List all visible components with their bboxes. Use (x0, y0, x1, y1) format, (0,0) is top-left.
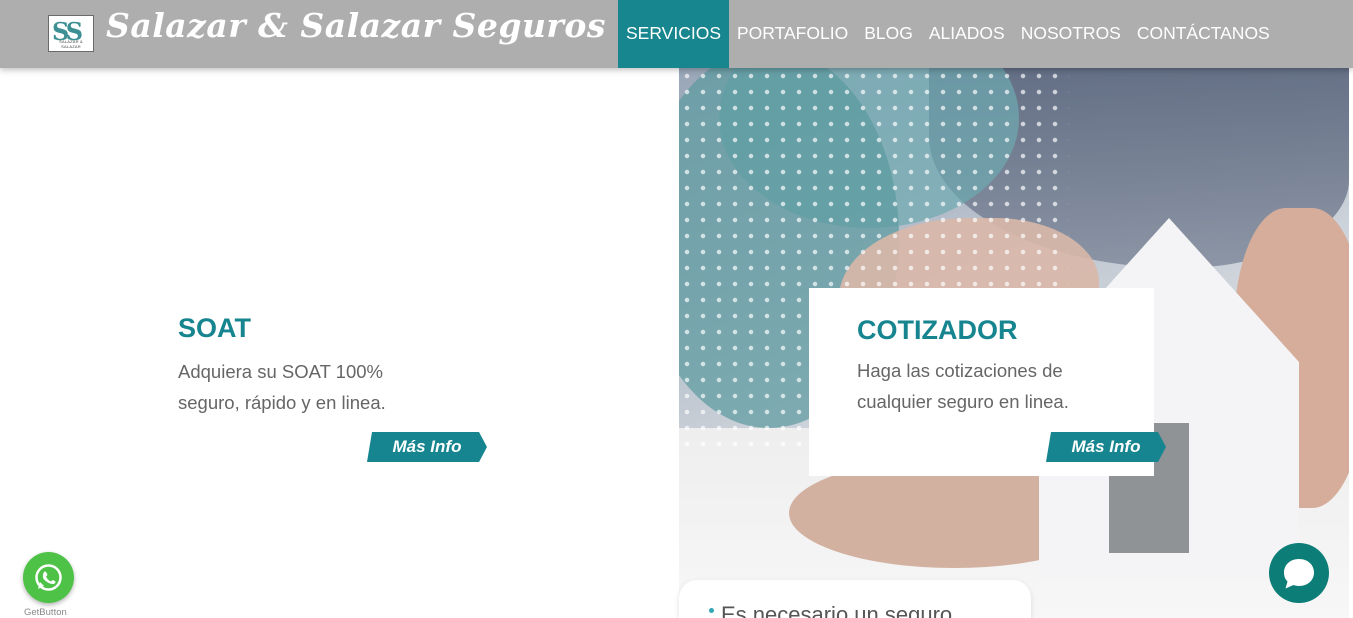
nav-item-nosotros[interactable]: NOSOTROS (1013, 0, 1129, 68)
logo-icon[interactable]: SS SALAZAR & SALAZAR (48, 15, 94, 52)
cotizador-line-1: Haga las cotizaciones de (857, 360, 1063, 381)
nav-item-servicios[interactable]: SERVICIOS (618, 0, 729, 68)
main-nav: SERVICIOS PORTAFOLIO BLOG ALIADOS NOSOTR… (618, 0, 1278, 68)
bullet-icon (709, 608, 714, 613)
logo-caption: SALAZAR & SALAZAR (59, 39, 83, 49)
cotizador-more-info-button[interactable]: Más Info (1046, 432, 1166, 462)
brand-name[interactable]: Salazar & Salazar Seguros (106, 6, 606, 45)
whatsapp-icon[interactable] (23, 552, 74, 603)
cotizador-line-2: cualquier seguro en linea. (857, 391, 1069, 412)
cotizador-title: COTIZADOR (857, 315, 1018, 345)
nav-item-contactanos[interactable]: CONTÁCTANOS (1129, 0, 1278, 68)
soat-more-info-button[interactable]: Más Info (367, 432, 487, 462)
soat-title: SOAT (178, 313, 251, 343)
soat-line-1: Adquiera su SOAT 100% (178, 361, 383, 382)
nav-item-portafolio[interactable]: PORTAFOLIO (729, 0, 856, 68)
soat-line-2: seguro, rápido y en linea. (178, 392, 386, 413)
chat-prompt-bubble[interactable]: Es necesario un seguro (679, 580, 1031, 618)
getbutton-label: GetButton (24, 607, 67, 618)
chat-prompt-text: Es necesario un seguro (721, 602, 953, 618)
nav-item-aliados[interactable]: ALIADOS (921, 0, 1013, 68)
cotizador-text: Haga las cotizaciones de cualquier segur… (857, 355, 1069, 417)
chat-glyph (1284, 559, 1314, 589)
site-header: SS SALAZAR & SALAZAR Salazar & Salazar S… (0, 0, 1353, 68)
chat-icon[interactable] (1269, 543, 1329, 603)
soat-card: SOAT Adquiera su SOAT 100% seguro, rápid… (178, 313, 498, 418)
nav-item-blog[interactable]: BLOG (856, 0, 921, 68)
whatsapp-glyph (35, 564, 62, 591)
